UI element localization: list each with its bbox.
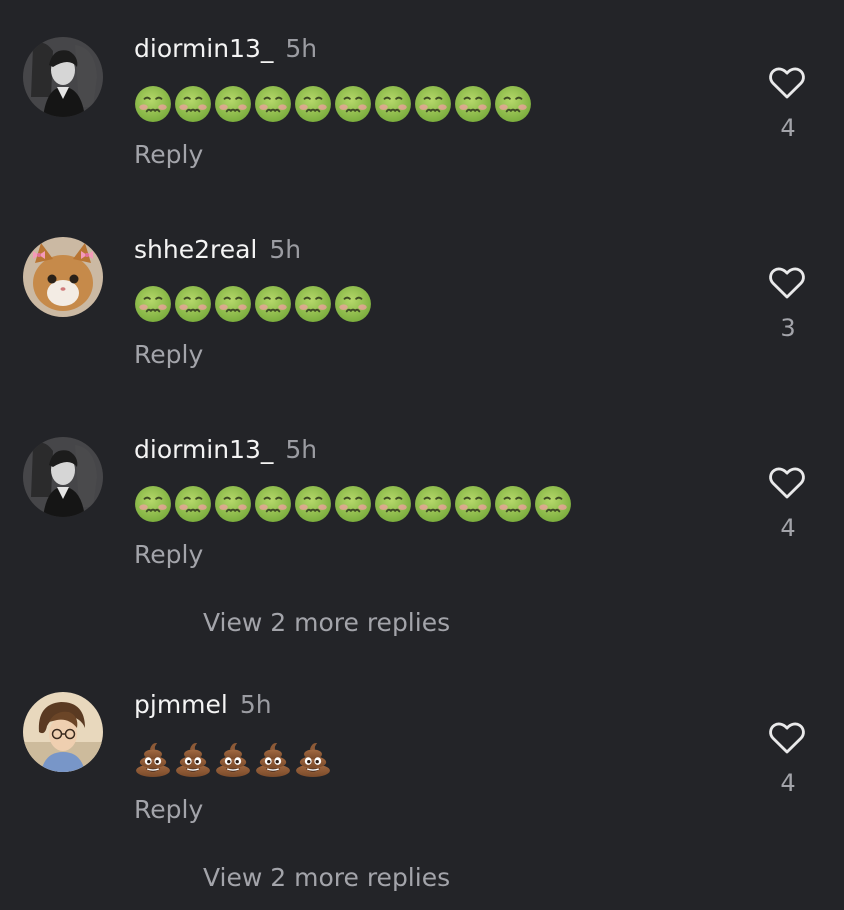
pile-of-poo-icon — [296, 743, 330, 777]
nauseated-face-icon — [335, 86, 371, 122]
nauseated-face-icon — [455, 486, 491, 522]
username[interactable]: shhe2real — [134, 235, 257, 264]
username[interactable]: diormin13_ — [134, 34, 273, 63]
nauseated-face-icon — [495, 486, 531, 522]
view-more-replies[interactable]: View 2 more replies — [203, 862, 450, 894]
nauseated-face-icon — [455, 86, 491, 122]
reply-button[interactable]: Reply — [134, 794, 203, 826]
avatar[interactable] — [23, 437, 103, 517]
nauseated-face-icon — [135, 486, 171, 522]
avatar-image — [23, 437, 103, 517]
heart-icon[interactable] — [768, 464, 806, 500]
nauseated-face-icon — [135, 86, 171, 122]
nauseated-face-icon — [335, 286, 371, 322]
nauseated-face-icon — [535, 486, 571, 522]
comment-emoji-content — [134, 485, 572, 523]
pile-of-poo-icon — [256, 743, 290, 777]
avatar-image — [23, 237, 103, 317]
comment-meta: diormin13_ 5h — [134, 33, 317, 65]
username[interactable]: pjmmel — [134, 690, 228, 719]
reply-button[interactable]: Reply — [134, 539, 203, 571]
nauseated-face-icon — [375, 86, 411, 122]
nauseated-face-icon — [215, 286, 251, 322]
timestamp: 5h — [239, 690, 272, 719]
comment-emoji-content — [134, 740, 332, 778]
nauseated-face-icon — [255, 286, 291, 322]
nauseated-face-icon — [175, 286, 211, 322]
reply-button[interactable]: Reply — [134, 139, 203, 171]
avatar[interactable] — [23, 37, 103, 117]
comment-emoji-content — [134, 85, 532, 123]
heart-icon[interactable] — [768, 264, 806, 300]
heart-icon[interactable] — [768, 719, 806, 755]
username[interactable]: diormin13_ — [134, 435, 273, 464]
timestamp: 5h — [285, 34, 318, 63]
view-more-replies[interactable]: View 2 more replies — [203, 607, 450, 639]
like-count: 3 — [780, 314, 796, 342]
avatar[interactable] — [23, 237, 103, 317]
nauseated-face-icon — [175, 86, 211, 122]
nauseated-face-icon — [295, 86, 331, 122]
nauseated-face-icon — [215, 86, 251, 122]
timestamp: 5h — [285, 435, 318, 464]
heart-icon[interactable] — [768, 64, 806, 100]
comment-meta: pjmmel 5h — [134, 689, 272, 721]
nauseated-face-icon — [495, 86, 531, 122]
nauseated-face-icon — [295, 286, 331, 322]
timestamp: 5h — [269, 235, 302, 264]
pile-of-poo-icon — [216, 743, 250, 777]
avatar-image — [23, 692, 103, 772]
avatar[interactable] — [23, 692, 103, 772]
nauseated-face-icon — [415, 86, 451, 122]
comment-emoji-content — [134, 285, 372, 323]
like-count: 4 — [780, 114, 796, 142]
like-control: 4 — [768, 464, 808, 542]
nauseated-face-icon — [135, 286, 171, 322]
avatar-image — [23, 37, 103, 117]
nauseated-face-icon — [295, 486, 331, 522]
like-control: 4 — [768, 719, 808, 797]
pile-of-poo-icon — [176, 743, 210, 777]
comment-meta: diormin13_ 5h — [134, 434, 317, 466]
nauseated-face-icon — [415, 486, 451, 522]
nauseated-face-icon — [175, 486, 211, 522]
like-control: 4 — [768, 64, 808, 142]
like-count: 4 — [780, 514, 796, 542]
nauseated-face-icon — [255, 86, 291, 122]
nauseated-face-icon — [215, 486, 251, 522]
comment-meta: shhe2real 5h — [134, 234, 301, 266]
nauseated-face-icon — [335, 486, 371, 522]
nauseated-face-icon — [255, 486, 291, 522]
nauseated-face-icon — [375, 486, 411, 522]
reply-button[interactable]: Reply — [134, 339, 203, 371]
like-control: 3 — [768, 264, 808, 342]
pile-of-poo-icon — [136, 743, 170, 777]
like-count: 4 — [780, 769, 796, 797]
